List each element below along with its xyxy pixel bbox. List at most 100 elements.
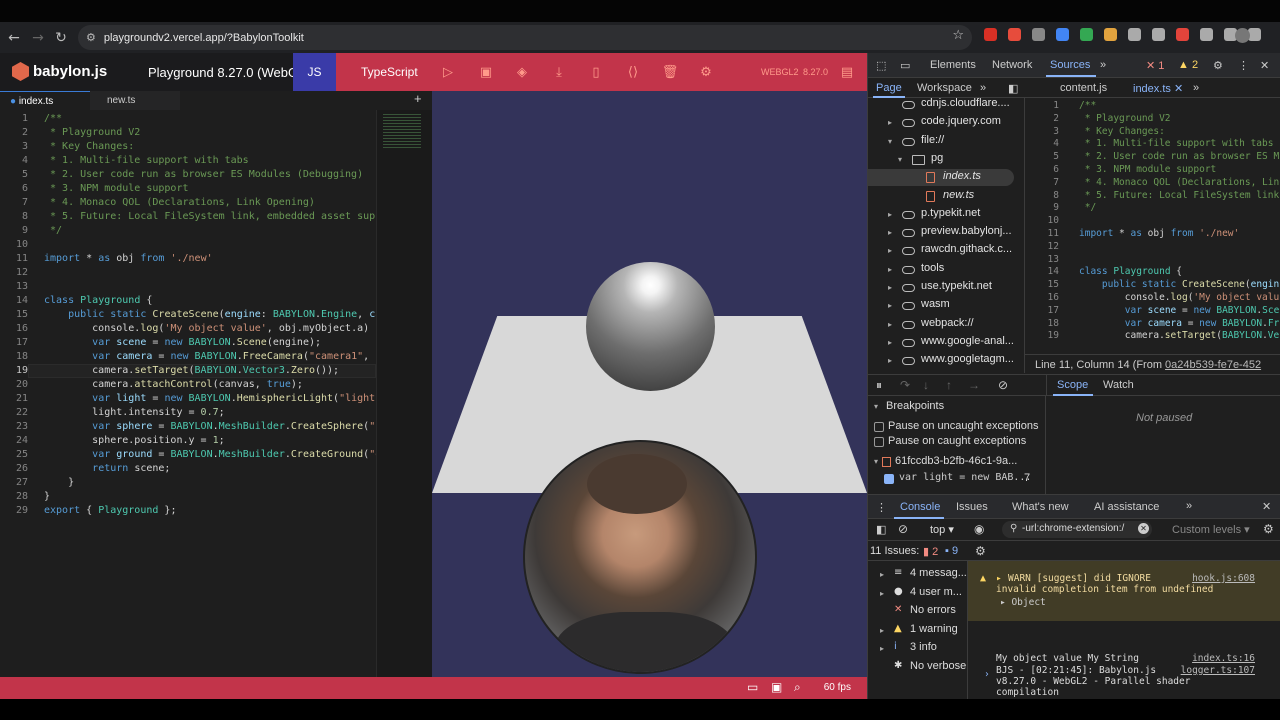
tree-item[interactable]: preview.babylonj...: [921, 225, 1012, 237]
warn-expand-icon[interactable]: ▸: [996, 573, 1002, 584]
extension-icon[interactable]: [1176, 28, 1189, 41]
tab-ai-assistance[interactable]: AI assistance: [1094, 501, 1159, 513]
code-line[interactable]: class Playground {: [44, 295, 152, 306]
source-line-number[interactable]: 2: [1029, 113, 1059, 124]
extension-icon[interactable]: [1032, 28, 1045, 41]
sidebar-filter-item[interactable]: 3 info: [910, 641, 937, 653]
step-into-icon[interactable]: ↓: [923, 378, 929, 392]
search-icon[interactable]: ⌕: [794, 680, 810, 696]
issues-settings-icon[interactable]: ⚙: [975, 544, 986, 558]
settings-icon[interactable]: ⚙: [698, 64, 714, 80]
tree-item[interactable]: webpack://: [921, 317, 974, 329]
inspector-icon[interactable]: ◈: [514, 64, 530, 80]
clear-filter-icon[interactable]: ✕: [1138, 523, 1149, 534]
tab-workspace[interactable]: Workspace: [917, 82, 972, 94]
source-line-number[interactable]: 15: [1029, 279, 1059, 290]
run-icon[interactable]: ▷: [440, 64, 456, 80]
source-line[interactable]: console.log('My object valu: [1079, 292, 1279, 303]
tree-item[interactable]: www.google-anal...: [921, 335, 1014, 347]
step-icon[interactable]: →: [968, 378, 980, 392]
tab-watch[interactable]: Watch: [1103, 379, 1134, 391]
extension-icon[interactable]: [984, 28, 997, 41]
source-line-number[interactable]: 19: [1029, 330, 1059, 341]
examples-icon[interactable]: ▤: [839, 64, 855, 80]
new-file-icon[interactable]: ▯: [588, 64, 604, 80]
drawer-menu-icon[interactable]: ⋮: [876, 501, 887, 514]
tree-item[interactable]: cdnjs.cloudflare....: [921, 98, 1010, 109]
extension-icon[interactable]: [1056, 28, 1069, 41]
format-code-icon[interactable]: ⟨⟩: [625, 64, 641, 80]
tree-item[interactable]: index.ts: [943, 170, 981, 182]
step-out-icon[interactable]: ↑: [946, 378, 952, 392]
code-line[interactable]: var camera = new BABYLON.FreeCamera("cam…: [44, 351, 393, 362]
clear-console-icon[interactable]: ⊘: [898, 522, 908, 536]
source-map-link[interactable]: 0a24b539-fe7e-452: [1165, 359, 1261, 371]
back-icon[interactable]: ←: [2, 26, 26, 50]
extension-icon[interactable]: [1128, 28, 1141, 41]
tab-network[interactable]: Network: [992, 59, 1032, 71]
source-line-number[interactable]: 10: [1029, 215, 1059, 226]
code-line[interactable]: console.log('My object value', obj.myObj…: [44, 323, 369, 334]
source-line[interactable]: * 3. NPM module support: [1079, 164, 1217, 175]
code-line[interactable]: * 3. NPM module support: [44, 183, 188, 194]
toggle-navigator-icon[interactable]: ◧: [1008, 82, 1018, 95]
more-options-icon[interactable]: ⋮: [1238, 59, 1249, 72]
console-filter-input[interactable]: ⚲ -url:chrome-extension:/ ✕: [1002, 521, 1152, 538]
source-line[interactable]: public static CreateScene(engin: [1079, 279, 1279, 290]
code-line[interactable]: var scene = new BABYLON.Scene(engine);: [44, 337, 321, 348]
code-line[interactable]: export { Playground };: [44, 505, 176, 516]
tree-item[interactable]: p.typekit.net: [921, 207, 980, 219]
code-line[interactable]: * Key Changes:: [44, 141, 134, 152]
render-canvas[interactable]: [432, 91, 867, 677]
bp-file-name[interactable]: 61fccdb3-b2fb-46c1-9a...: [895, 455, 1017, 467]
source-line-number[interactable]: 9: [1029, 202, 1059, 213]
version-select[interactable]: 8.27.0: [803, 67, 828, 77]
download-icon[interactable]: ⤓: [551, 64, 567, 80]
tree-expand-icon[interactable]: ▸: [888, 265, 892, 274]
sidebar-expand-icon[interactable]: ▸: [880, 644, 884, 653]
warn-object[interactable]: ▸ Object: [1000, 597, 1046, 608]
tree-expand-icon[interactable]: ▸: [888, 228, 892, 237]
tree-expand-icon[interactable]: ▸: [888, 283, 892, 292]
save-icon[interactable]: ▣: [478, 64, 494, 80]
sidebar-filter-item[interactable]: No verbose: [910, 660, 966, 672]
tab-scope[interactable]: Scope: [1057, 379, 1088, 391]
file-tab-index-ts[interactable]: index.ts ✕: [1133, 82, 1183, 95]
context-select[interactable]: top ▾: [930, 523, 954, 536]
source-line[interactable]: * 2. User code run as browser ES M: [1079, 151, 1279, 162]
inspect-icon[interactable]: ⬚: [876, 59, 886, 72]
extension-icon[interactable]: [1008, 28, 1021, 41]
source-line[interactable]: * 1. Multi-file support with tabs: [1079, 138, 1274, 149]
code-line[interactable]: * Playground V2: [44, 127, 140, 138]
log-source-link[interactable]: index.ts:16: [1192, 653, 1255, 664]
settings-icon[interactable]: ⚙: [1213, 59, 1223, 72]
extension-icon[interactable]: [1200, 28, 1213, 41]
tree-item[interactable]: rawcdn.githack.c...: [921, 243, 1012, 255]
source-line-number[interactable]: 17: [1029, 305, 1059, 316]
source-line[interactable]: */: [1079, 202, 1096, 213]
code-line[interactable]: * 1. Multi-file support with tabs: [44, 155, 249, 166]
fullscreen-icon[interactable]: ▣: [771, 680, 787, 696]
code-line[interactable]: * 5. Future: Local FileSystem link, embe…: [44, 211, 399, 222]
device-toggle-icon[interactable]: ▭: [900, 59, 910, 72]
source-line[interactable]: * Playground V2: [1079, 113, 1171, 124]
code-line[interactable]: }: [44, 477, 74, 488]
code-line[interactable]: var light = new BABYLON.HemisphericLight…: [44, 393, 393, 404]
source-line[interactable]: * 5. Future: Local FileSystem link: [1079, 190, 1279, 201]
site-info-icon[interactable]: ⚙: [86, 31, 96, 44]
code-line[interactable]: return scene;: [44, 463, 170, 474]
more-tabs-icon[interactable]: »: [1100, 59, 1106, 71]
code-line[interactable]: */: [44, 225, 62, 236]
sidebar-filter-item[interactable]: No errors: [910, 604, 956, 616]
tab-new-ts[interactable]: new.ts: [90, 91, 180, 110]
pause-uncaught-checkbox[interactable]: [874, 422, 884, 432]
extension-icon[interactable]: [1104, 28, 1117, 41]
editor-minimap[interactable]: [376, 110, 432, 677]
code-line[interactable]: import * as obj from './new': [44, 253, 213, 264]
tree-expand-icon[interactable]: ▸: [888, 301, 892, 310]
source-line-number[interactable]: 13: [1029, 254, 1059, 265]
tree-expand-icon[interactable]: ▸: [888, 210, 892, 219]
code-line[interactable]: light.intensity = 0.7;: [44, 407, 224, 418]
reload-icon[interactable]: ↻: [49, 26, 73, 50]
source-line-number[interactable]: 4: [1029, 138, 1059, 149]
